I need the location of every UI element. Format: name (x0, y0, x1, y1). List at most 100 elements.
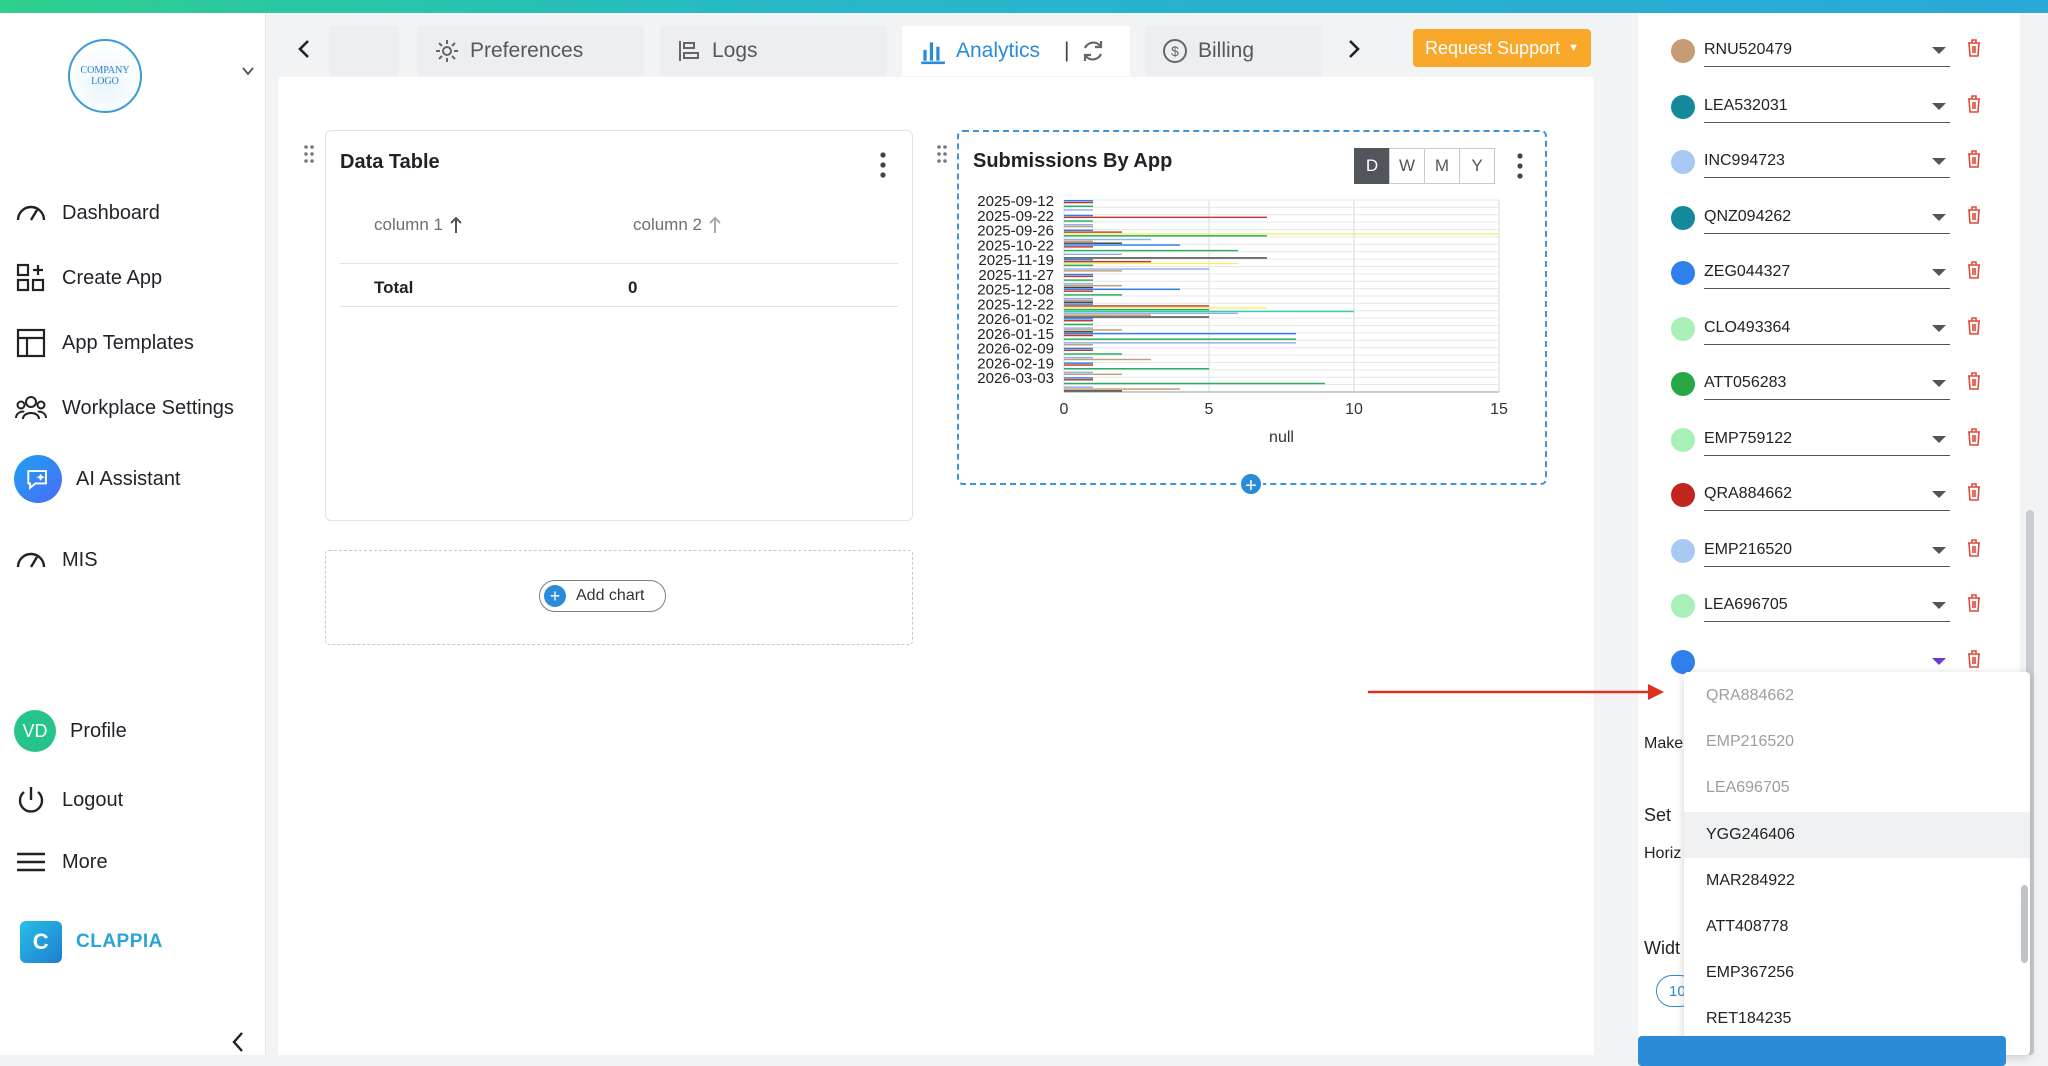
color-swatch[interactable] (1671, 150, 1695, 174)
plus-icon: + (544, 585, 566, 607)
color-swatch[interactable] (1671, 427, 1695, 452)
color-swatch[interactable] (1671, 649, 1695, 674)
app-select[interactable]: QNZ094262 (1704, 200, 1950, 234)
tab-logs[interactable]: Logs (660, 26, 886, 76)
app-select[interactable]: INC994723 (1704, 144, 1950, 178)
trash-icon[interactable] (1966, 94, 1982, 114)
bar (1064, 312, 1238, 315)
app-select-value: CLO493364 (1704, 318, 1791, 336)
drag-handle-icon[interactable] (302, 143, 316, 165)
nav-workplace-settings[interactable]: Workplace Settings (14, 391, 234, 425)
tab-analytics[interactable]: Analytics | (902, 26, 1130, 76)
tab-preferences[interactable]: Preferences (418, 26, 644, 76)
color-swatch[interactable] (1671, 594, 1695, 618)
caret-down-icon[interactable] (1932, 491, 1946, 498)
drag-handle-icon[interactable] (935, 143, 949, 165)
bar (1064, 284, 1122, 287)
column-header-2[interactable]: column 2 (633, 215, 722, 235)
trash-icon[interactable] (1966, 316, 1982, 336)
dropdown-scrollbar[interactable] (2021, 885, 2028, 963)
app-select[interactable]: ZEG044327 (1704, 255, 1950, 289)
caret-down-icon[interactable] (1932, 102, 1946, 110)
dropdown-option[interactable]: EMP367256 (1684, 950, 2030, 996)
trash-icon[interactable] (1966, 205, 1982, 225)
caret-down-icon[interactable] (1932, 158, 1946, 165)
create-app-icon (16, 263, 45, 292)
chevron-down-icon[interactable] (240, 63, 256, 79)
sort-arrow-up-icon[interactable] (708, 216, 722, 234)
trash-icon[interactable] (1966, 538, 1982, 558)
caret-down-icon[interactable] (1932, 435, 1946, 443)
app-select[interactable]: EMP759122 (1704, 422, 1950, 456)
caret-down-icon[interactable] (1932, 657, 1946, 665)
tab-partial[interactable] (330, 26, 398, 76)
app-select[interactable]: LEA532031 (1704, 89, 1950, 123)
color-swatch[interactable] (1671, 39, 1695, 63)
color-swatch[interactable] (1671, 372, 1695, 396)
tab-scroll-left-icon[interactable] (292, 35, 316, 63)
color-swatch[interactable] (1671, 261, 1695, 285)
refresh-icon[interactable] (1080, 38, 1106, 64)
trash-icon[interactable] (1966, 649, 1982, 669)
color-swatch[interactable] (1671, 94, 1695, 119)
nav-mis[interactable]: MIS (14, 543, 98, 577)
company-logo[interactable]: COMPANY LOGO (68, 39, 142, 113)
save-button[interactable] (1638, 1036, 2006, 1066)
trash-icon[interactable] (1966, 482, 1982, 502)
nav-ai-assistant[interactable]: AI Assistant (14, 455, 181, 503)
more-options-icon[interactable] (1516, 152, 1524, 180)
nav-more[interactable]: More (14, 845, 108, 879)
period-week-button[interactable]: W (1389, 148, 1425, 184)
nav-logout[interactable]: Logout (14, 783, 123, 817)
more-options-icon[interactable] (879, 151, 887, 179)
dropdown-option[interactable]: ATT408778 (1684, 904, 2030, 950)
tab-billing[interactable]: $ Billing (1146, 26, 1322, 76)
color-swatch[interactable] (1671, 538, 1695, 563)
total-row: Total 0 (340, 263, 898, 307)
period-day-button[interactable]: D (1354, 148, 1390, 184)
caret-down-icon[interactable] (1932, 602, 1946, 609)
add-widget-plus-icon[interactable]: + (1239, 472, 1263, 497)
caret-down-icon[interactable] (1932, 380, 1946, 387)
color-swatch[interactable] (1671, 483, 1695, 507)
app-select[interactable]: LEA696705 (1704, 588, 1950, 622)
add-chart-button[interactable]: + Add chart (539, 580, 666, 612)
color-swatch[interactable] (1671, 205, 1695, 230)
app-select[interactable]: RNU520479 (1704, 33, 1950, 67)
chart-card[interactable]: Submissions By App D W M Y 0 5 10 15 2025-09… (957, 130, 1547, 485)
request-support-button[interactable]: Request Support ▼ (1413, 29, 1591, 67)
trash-icon[interactable] (1966, 38, 1982, 58)
caret-down-icon[interactable] (1932, 269, 1946, 276)
caret-down-icon[interactable] (1932, 324, 1946, 332)
period-month-button[interactable]: M (1424, 148, 1460, 184)
tab-scroll-right-icon[interactable] (1342, 35, 1366, 63)
sort-arrow-up-icon[interactable] (449, 216, 463, 234)
tab-logs-label: Logs (712, 39, 758, 62)
nav-dashboard[interactable]: Dashboard (14, 196, 160, 230)
collapse-sidebar-icon[interactable] (228, 1029, 248, 1055)
trash-icon[interactable] (1966, 149, 1982, 169)
nav-profile[interactable]: VD Profile (14, 710, 127, 752)
bar (1064, 249, 1238, 252)
nav-app-templates[interactable]: App Templates (14, 326, 194, 360)
bar-chart-icon (921, 42, 945, 65)
nav-create-app[interactable]: Create App (14, 261, 162, 295)
trash-icon[interactable] (1966, 260, 1982, 280)
trash-icon[interactable] (1966, 427, 1982, 447)
column-header-1[interactable]: column 1 (374, 215, 463, 235)
tab-analytics-label: Analytics (956, 39, 1041, 62)
caret-down-icon[interactable] (1932, 47, 1946, 54)
app-select[interactable]: EMP216520 (1704, 533, 1950, 567)
period-year-button[interactable]: Y (1459, 148, 1495, 184)
trash-icon[interactable] (1966, 593, 1982, 613)
caret-down-icon[interactable] (1932, 546, 1946, 554)
trash-icon[interactable] (1966, 371, 1982, 391)
color-swatch[interactable] (1671, 316, 1695, 341)
nav-workplace-settings-label: Workplace Settings (62, 396, 234, 419)
dropdown-option[interactable]: MAR284922 (1684, 858, 2030, 904)
caret-down-icon[interactable] (1932, 213, 1946, 221)
app-select[interactable]: CLO493364 (1704, 311, 1950, 345)
dropdown-option[interactable]: YGG246406 (1684, 811, 2030, 858)
app-select[interactable]: ATT056283 (1704, 366, 1950, 400)
app-select[interactable]: QRA884662 (1704, 477, 1950, 511)
